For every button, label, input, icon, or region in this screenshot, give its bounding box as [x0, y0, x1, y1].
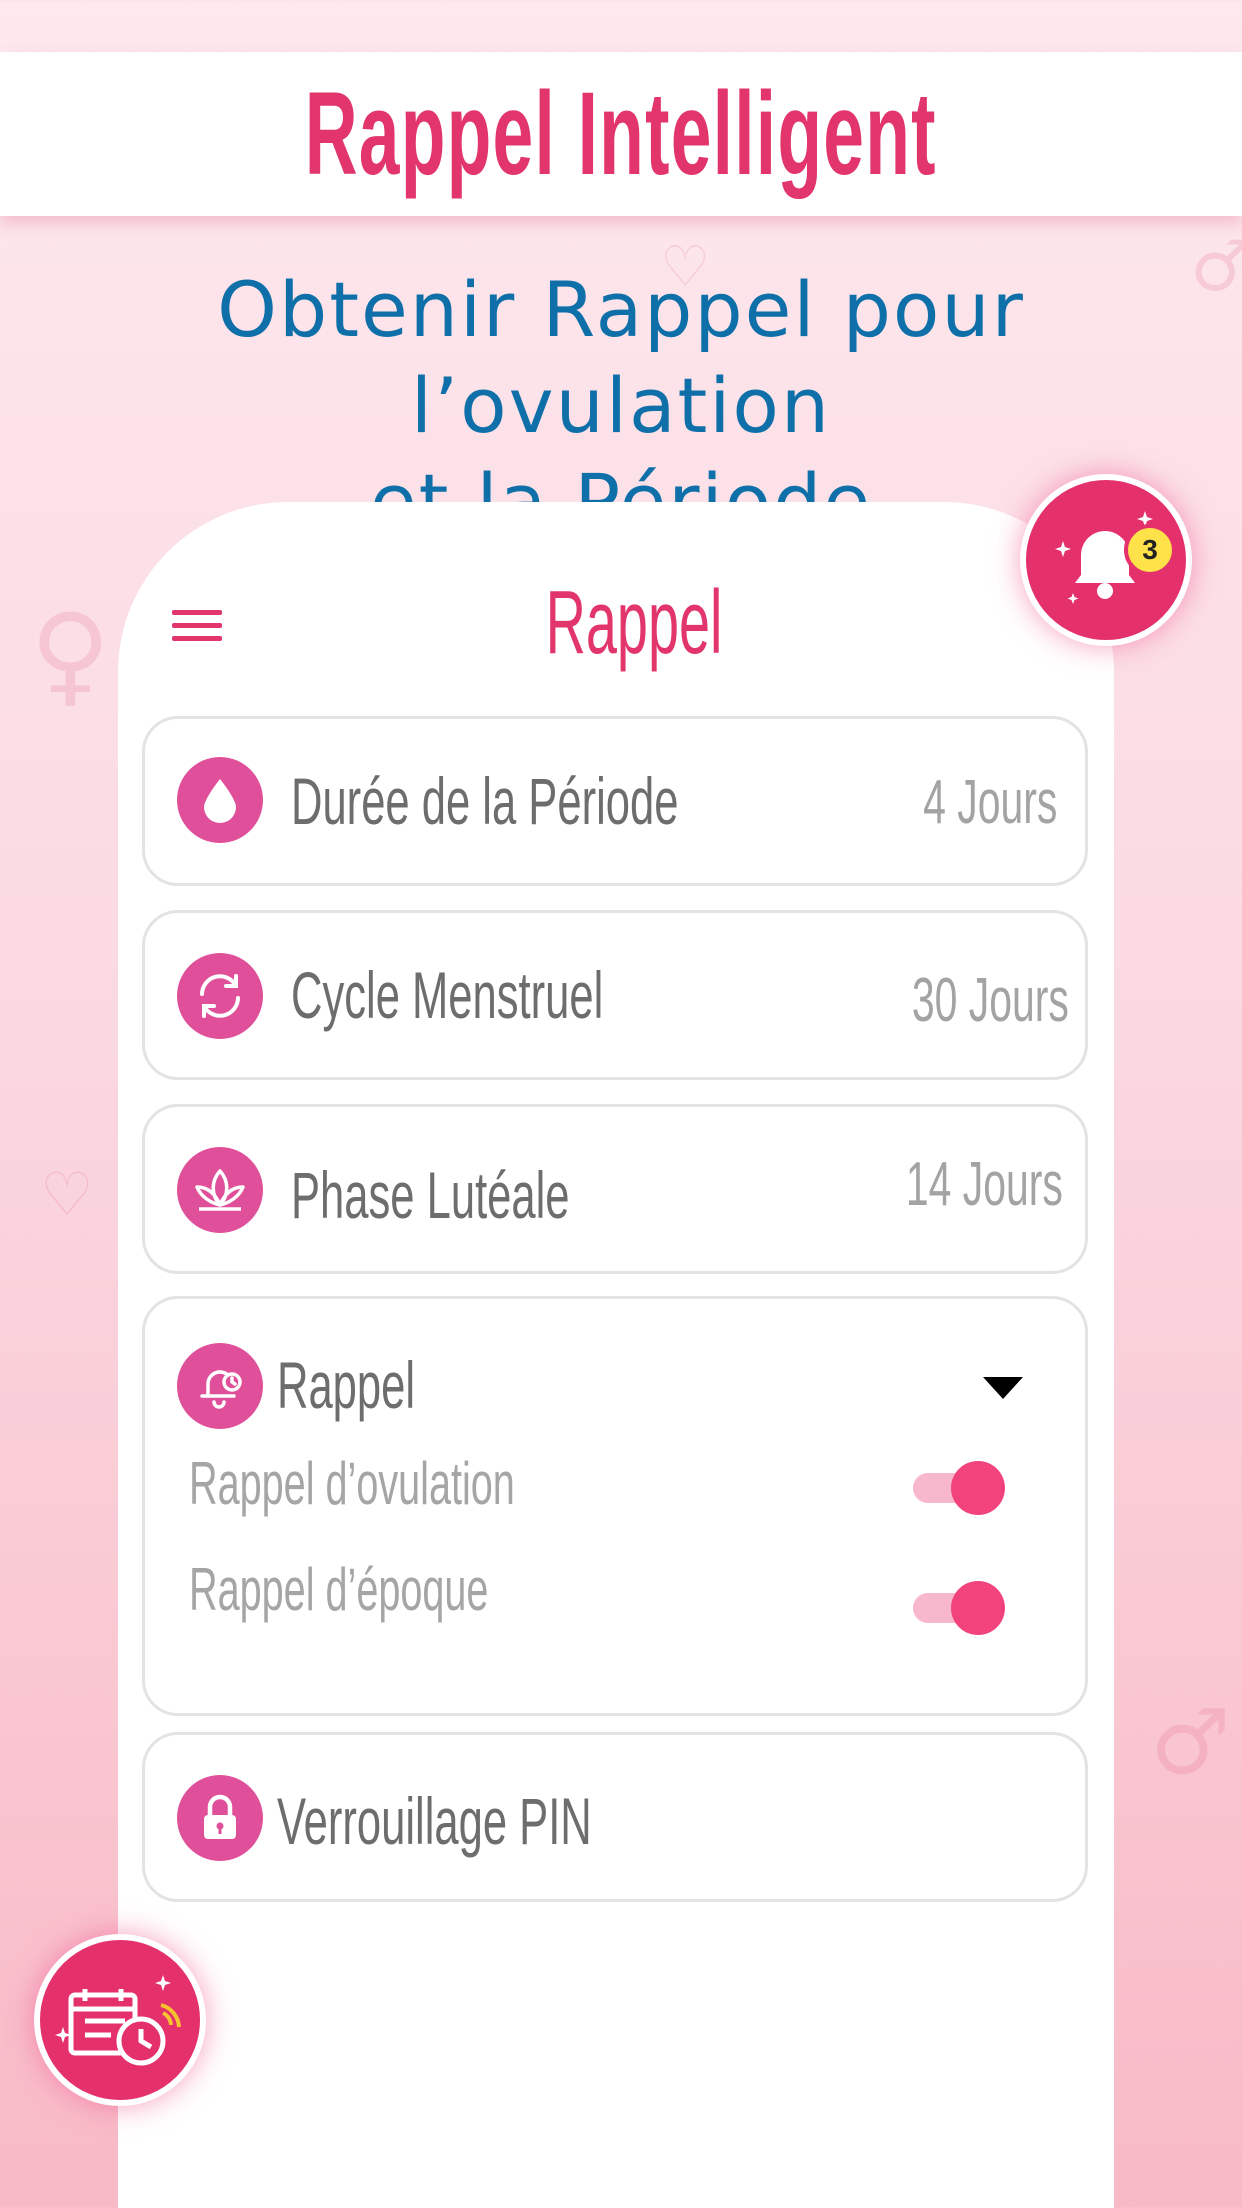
pin-lock-row[interactable]: Verrouillage PIN [142, 1732, 1088, 1902]
notification-count-badge: 3 [1124, 524, 1176, 576]
notification-bell-button[interactable]: 3 [1020, 474, 1192, 646]
menstrual-cycle-row[interactable]: Cycle Menstruel 30 Jours [142, 910, 1088, 1080]
period-duration-value: 4 Jours [922, 768, 1057, 837]
period-duration-label: Durée de la Période [291, 764, 679, 838]
refresh-icon [177, 953, 263, 1039]
subtitle-line-1: Obtenir Rappel pour l’ovulation [217, 265, 1025, 450]
lock-icon [177, 1775, 263, 1861]
bell-icon [177, 1343, 263, 1429]
background-male-symbol-icon: ♂ [1150, 1690, 1231, 1795]
luteal-phase-value: 14 Jours [906, 1150, 1063, 1219]
pin-lock-label: Verrouillage PIN [277, 1784, 592, 1858]
background-heart-icon: ♡ [40, 1160, 94, 1230]
banner-title: Rappel Intelligent [304, 68, 938, 200]
lotus-icon [177, 1147, 263, 1233]
reminder-label[interactable]: Rappel [277, 1347, 415, 1423]
screen-title: Rappel [545, 573, 723, 673]
hamburger-menu-icon[interactable] [172, 610, 222, 650]
period-reminder-label: Rappel d’époque [189, 1556, 489, 1623]
calendar-alarm-button[interactable] [34, 1934, 206, 2106]
ovulation-reminder-label: Rappel d’ovulation [189, 1450, 515, 1517]
background-female-symbol-icon: ♀ [30, 590, 111, 718]
ovulation-reminder-toggle[interactable] [913, 1459, 1005, 1515]
notification-count: 3 [1142, 534, 1158, 565]
header-banner: Rappel Intelligent [0, 52, 1242, 216]
drop-icon [177, 757, 263, 843]
period-duration-row[interactable]: Durée de la Période 4 Jours [142, 716, 1088, 886]
menstrual-cycle-label: Cycle Menstruel [291, 958, 604, 1032]
reminder-section: Rappel Rappel d’ovulation Rappel d’époqu… [142, 1296, 1088, 1716]
luteal-phase-row[interactable]: Phase Lutéale 14 Jours [142, 1104, 1088, 1274]
chevron-down-icon[interactable] [983, 1377, 1023, 1399]
period-reminder-toggle[interactable] [913, 1579, 1005, 1635]
luteal-phase-label: Phase Lutéale [291, 1158, 570, 1232]
menstrual-cycle-value: 30 Jours [912, 966, 1069, 1035]
